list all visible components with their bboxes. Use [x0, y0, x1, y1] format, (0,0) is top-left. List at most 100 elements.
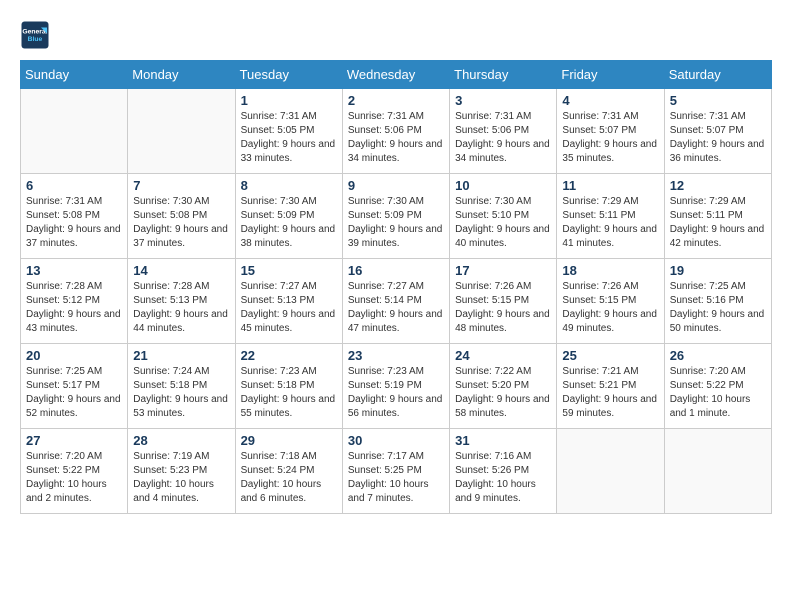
logo: General Blue: [20, 20, 54, 50]
day-info: Sunrise: 7:31 AMSunset: 5:06 PMDaylight:…: [348, 110, 444, 166]
day-number: 31: [455, 433, 551, 448]
day-number: 21: [133, 348, 229, 363]
day-number: 7: [133, 178, 229, 193]
day-info: Sunrise: 7:16 AMSunset: 5:26 PMDaylight:…: [455, 450, 551, 506]
day-info: Sunrise: 7:30 AMSunset: 5:10 PMDaylight:…: [455, 195, 551, 251]
day-number: 13: [26, 263, 122, 278]
day-info: Sunrise: 7:31 AMSunset: 5:06 PMDaylight:…: [455, 110, 551, 166]
day-info: Sunrise: 7:21 AMSunset: 5:21 PMDaylight:…: [562, 365, 658, 421]
calendar-cell: 15Sunrise: 7:27 AMSunset: 5:13 PMDayligh…: [235, 259, 342, 344]
day-number: 4: [562, 93, 658, 108]
day-number: 24: [455, 348, 551, 363]
day-info: Sunrise: 7:31 AMSunset: 5:05 PMDaylight:…: [241, 110, 337, 166]
weekday-header-wednesday: Wednesday: [342, 61, 449, 89]
page-header: General Blue: [20, 20, 772, 50]
day-info: Sunrise: 7:22 AMSunset: 5:20 PMDaylight:…: [455, 365, 551, 421]
day-info: Sunrise: 7:23 AMSunset: 5:19 PMDaylight:…: [348, 365, 444, 421]
weekday-header-thursday: Thursday: [450, 61, 557, 89]
calendar-cell: 30Sunrise: 7:17 AMSunset: 5:25 PMDayligh…: [342, 429, 449, 514]
calendar-week-1: 1 Sunrise: 7:31 AMSunset: 5:05 PMDaylight…: [21, 89, 772, 174]
day-number: 22: [241, 348, 337, 363]
day-info: Sunrise: 7:29 AMSunset: 5:11 PMDaylight:…: [562, 195, 658, 251]
calendar-cell: 4 Sunrise: 7:31 AMSunset: 5:07 PMDaylight…: [557, 89, 664, 174]
day-info: Sunrise: 7:26 AMSunset: 5:15 PMDaylight:…: [455, 280, 551, 336]
day-info: Sunrise: 7:20 AMSunset: 5:22 PMDaylight:…: [26, 450, 122, 506]
day-number: 9: [348, 178, 444, 193]
day-info: Sunrise: 7:26 AMSunset: 5:15 PMDaylight:…: [562, 280, 658, 336]
calendar-cell: 3 Sunrise: 7:31 AMSunset: 5:06 PMDaylight…: [450, 89, 557, 174]
calendar-cell: 5 Sunrise: 7:31 AMSunset: 5:07 PMDaylight…: [664, 89, 771, 174]
day-number: 12: [670, 178, 766, 193]
calendar-cell: 23 Sunrise: 7:23 AMSunset: 5:19 PMDayligh…: [342, 344, 449, 429]
day-number: 10: [455, 178, 551, 193]
calendar-cell: 19 Sunrise: 7:25 AMSunset: 5:16 PMDayligh…: [664, 259, 771, 344]
day-info: Sunrise: 7:30 AMSunset: 5:09 PMDaylight:…: [241, 195, 337, 251]
calendar-cell: 26 Sunrise: 7:20 AMSunset: 5:22 PMDayligh…: [664, 344, 771, 429]
weekday-header-tuesday: Tuesday: [235, 61, 342, 89]
calendar-cell: 10 Sunrise: 7:30 AMSunset: 5:10 PMDayligh…: [450, 174, 557, 259]
day-info: Sunrise: 7:24 AMSunset: 5:18 PMDaylight:…: [133, 365, 229, 421]
day-info: Sunrise: 7:31 AMSunset: 5:07 PMDaylight:…: [670, 110, 766, 166]
calendar-cell: 24 Sunrise: 7:22 AMSunset: 5:20 PMDayligh…: [450, 344, 557, 429]
weekday-header-friday: Friday: [557, 61, 664, 89]
calendar-cell: 20Sunrise: 7:25 AMSunset: 5:17 PMDayligh…: [21, 344, 128, 429]
calendar-cell: [21, 89, 128, 174]
calendar-week-3: 13 Sunrise: 7:28 AMSunset: 5:12 PMDayligh…: [21, 259, 772, 344]
day-number: 25: [562, 348, 658, 363]
day-info: Sunrise: 7:25 AMSunset: 5:17 PMDaylight:…: [26, 365, 122, 421]
calendar-cell: 9Sunrise: 7:30 AMSunset: 5:09 PMDaylight…: [342, 174, 449, 259]
day-number: 8: [241, 178, 337, 193]
calendar-cell: 14Sunrise: 7:28 AMSunset: 5:13 PMDayligh…: [128, 259, 235, 344]
day-number: 1: [241, 93, 337, 108]
calendar-cell: 11 Sunrise: 7:29 AMSunset: 5:11 PMDayligh…: [557, 174, 664, 259]
day-number: 29: [241, 433, 337, 448]
day-info: Sunrise: 7:23 AMSunset: 5:18 PMDaylight:…: [241, 365, 337, 421]
weekday-header-saturday: Saturday: [664, 61, 771, 89]
day-number: 11: [562, 178, 658, 193]
calendar-cell: 22 Sunrise: 7:23 AMSunset: 5:18 PMDayligh…: [235, 344, 342, 429]
day-info: Sunrise: 7:29 AMSunset: 5:11 PMDaylight:…: [670, 195, 766, 251]
calendar-cell: 17 Sunrise: 7:26 AMSunset: 5:15 PMDayligh…: [450, 259, 557, 344]
calendar-cell: 2 Sunrise: 7:31 AMSunset: 5:06 PMDaylight…: [342, 89, 449, 174]
calendar-cell: 28 Sunrise: 7:19 AMSunset: 5:23 PMDayligh…: [128, 429, 235, 514]
calendar-cell: 25 Sunrise: 7:21 AMSunset: 5:21 PMDayligh…: [557, 344, 664, 429]
day-info: Sunrise: 7:30 AMSunset: 5:08 PMDaylight:…: [133, 195, 229, 251]
day-number: 23: [348, 348, 444, 363]
day-number: 26: [670, 348, 766, 363]
calendar-cell: [128, 89, 235, 174]
calendar-cell: 27 Sunrise: 7:20 AMSunset: 5:22 PMDayligh…: [21, 429, 128, 514]
calendar-cell: 6 Sunrise: 7:31 AMSunset: 5:08 PMDaylight…: [21, 174, 128, 259]
day-number: 5: [670, 93, 766, 108]
weekday-header-sunday: Sunday: [21, 61, 128, 89]
day-info: Sunrise: 7:31 AMSunset: 5:07 PMDaylight:…: [562, 110, 658, 166]
calendar-week-5: 27 Sunrise: 7:20 AMSunset: 5:22 PMDayligh…: [21, 429, 772, 514]
logo-icon: General Blue: [20, 20, 50, 50]
day-number: 18: [562, 263, 658, 278]
calendar-week-2: 6 Sunrise: 7:31 AMSunset: 5:08 PMDaylight…: [21, 174, 772, 259]
day-number: 16: [348, 263, 444, 278]
day-info: Sunrise: 7:27 AMSunset: 5:13 PMDaylight:…: [241, 280, 337, 336]
calendar-cell: 16 Sunrise: 7:27 AMSunset: 5:14 PMDayligh…: [342, 259, 449, 344]
day-number: 14: [133, 263, 229, 278]
day-info: Sunrise: 7:19 AMSunset: 5:23 PMDaylight:…: [133, 450, 229, 506]
calendar-cell: 18 Sunrise: 7:26 AMSunset: 5:15 PMDayligh…: [557, 259, 664, 344]
day-info: Sunrise: 7:27 AMSunset: 5:14 PMDaylight:…: [348, 280, 444, 336]
day-number: 2: [348, 93, 444, 108]
calendar-table: SundayMondayTuesdayWednesdayThursdayFrid…: [20, 60, 772, 514]
calendar-cell: [664, 429, 771, 514]
calendar-cell: 8 Sunrise: 7:30 AMSunset: 5:09 PMDaylight…: [235, 174, 342, 259]
day-number: 27: [26, 433, 122, 448]
day-info: Sunrise: 7:28 AMSunset: 5:12 PMDaylight:…: [26, 280, 122, 336]
day-number: 3: [455, 93, 551, 108]
day-info: Sunrise: 7:25 AMSunset: 5:16 PMDaylight:…: [670, 280, 766, 336]
day-number: 28: [133, 433, 229, 448]
day-info: Sunrise: 7:17 AMSunset: 5:25 PMDaylight:…: [348, 450, 444, 506]
day-number: 6: [26, 178, 122, 193]
day-info: Sunrise: 7:18 AMSunset: 5:24 PMDaylight:…: [241, 450, 337, 506]
day-number: 17: [455, 263, 551, 278]
day-number: 19: [670, 263, 766, 278]
calendar-cell: 29 Sunrise: 7:18 AMSunset: 5:24 PMDayligh…: [235, 429, 342, 514]
day-info: Sunrise: 7:31 AMSunset: 5:08 PMDaylight:…: [26, 195, 122, 251]
calendar-cell: 7 Sunrise: 7:30 AMSunset: 5:08 PMDaylight…: [128, 174, 235, 259]
day-info: Sunrise: 7:20 AMSunset: 5:22 PMDaylight:…: [670, 365, 766, 421]
